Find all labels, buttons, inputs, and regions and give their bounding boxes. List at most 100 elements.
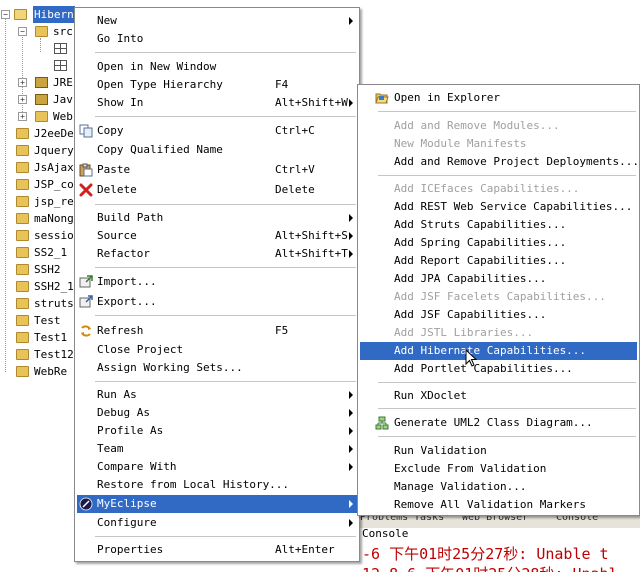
submenu-item-open-in-explorer[interactable]: Open in Explorer xyxy=(360,89,637,107)
shortcut-label: F4 xyxy=(275,78,289,91)
menu-item-restore-from-local-history[interactable]: Restore from Local History... xyxy=(77,476,357,494)
submenu-item-run-xdoclet[interactable]: Run XDoclet xyxy=(360,387,637,405)
folder-icon xyxy=(16,128,29,139)
folder-icon xyxy=(16,349,29,360)
menu-item-label: Add JPA Capabilities... xyxy=(394,272,547,285)
folder-icon xyxy=(16,366,29,377)
submenu-item-run-validation[interactable]: Run Validation xyxy=(360,442,637,460)
menu-item-label: New Module Manifests xyxy=(394,137,527,150)
menu-item-copy-qualified-name[interactable]: Copy Qualified Name xyxy=(77,141,357,159)
menu-item-debug-as[interactable]: Debug As xyxy=(77,404,357,422)
menu-separator xyxy=(95,204,356,205)
submenu-item-add-jpa[interactable]: Add JPA Capabilities... xyxy=(360,270,637,288)
menu-item-team[interactable]: Team xyxy=(77,440,357,458)
submenu-item-remove-validation-markers[interactable]: Remove All Validation Markers xyxy=(360,496,637,514)
menu-item-label: Run XDoclet xyxy=(394,389,467,402)
expand-icon[interactable]: + xyxy=(18,112,27,121)
tree-item-label: SS2_1 xyxy=(34,246,68,259)
menu-item-source[interactable]: Source Alt+Shift+S xyxy=(77,227,357,245)
folder-icon xyxy=(16,162,29,173)
menu-item-open-type-hierarchy[interactable]: Open Type Hierarchy F4 xyxy=(77,76,357,94)
menu-item-label: Delete xyxy=(97,183,137,196)
menu-item-assign-working-sets[interactable]: Assign Working Sets... xyxy=(77,359,357,377)
submenu-item-add-icefaces[interactable]: Add ICEfaces Capabilities... xyxy=(360,180,637,198)
menu-item-label: Import... xyxy=(97,275,157,288)
menu-item-refresh[interactable]: Refresh F5 xyxy=(77,322,357,340)
tree-item-label: struts xyxy=(34,297,74,310)
console-title: Console xyxy=(362,527,409,540)
menu-separator xyxy=(95,536,356,537)
menu-item-copy[interactable]: Copy Ctrl+C xyxy=(77,122,357,140)
menu-item-new[interactable]: New xyxy=(77,12,357,30)
menu-item-go-into[interactable]: Go Into xyxy=(77,30,357,48)
folder-icon xyxy=(16,213,29,224)
menu-item-profile-as[interactable]: Profile As xyxy=(77,422,357,440)
console-line: 12-8-6 下午01时25分28秒: Unabl xyxy=(362,563,618,572)
menu-item-label: Add Hibernate Capabilities... xyxy=(394,344,587,357)
submenu-arrow-icon xyxy=(349,427,353,435)
menu-separator xyxy=(378,111,636,112)
menu-item-run-as[interactable]: Run As xyxy=(77,386,357,404)
menu-item-close-project[interactable]: Close Project xyxy=(77,341,357,359)
menu-item-label: Add Spring Capabilities... xyxy=(394,236,567,249)
menu-item-properties[interactable]: Properties Alt+Enter xyxy=(77,541,357,559)
menu-item-open-in-new-window[interactable]: Open in New Window xyxy=(77,58,357,76)
submenu-arrow-icon xyxy=(349,214,353,222)
submenu-item-add-hibernate[interactable]: Add Hibernate Capabilities... xyxy=(360,342,637,360)
submenu-item-add-jsf-facelets[interactable]: Add JSF Facelets Capabilities... xyxy=(360,288,637,306)
menu-item-delete[interactable]: Delete Delete xyxy=(77,181,357,199)
tree-item-label: Hibern xyxy=(33,6,75,23)
submenu-item-add-struts[interactable]: Add Struts Capabilities... xyxy=(360,216,637,234)
menu-item-label: Open in New Window xyxy=(97,60,217,73)
uml-diagram-icon xyxy=(375,416,389,430)
menu-separator xyxy=(378,408,636,409)
tree-item-label: Test xyxy=(34,314,61,327)
submenu-item-add-portlet[interactable]: Add Portlet Capabilities... xyxy=(360,360,637,378)
submenu-arrow-icon xyxy=(349,391,353,399)
submenu-item-manage-validation[interactable]: Manage Validation... xyxy=(360,478,637,496)
collapse-icon[interactable]: − xyxy=(1,10,10,19)
collapse-icon[interactable]: − xyxy=(18,27,27,36)
tree-item-label: jsp_re xyxy=(34,195,74,208)
expand-icon[interactable]: + xyxy=(18,78,27,87)
submenu-item-add-jstl[interactable]: Add JSTL Libraries... xyxy=(360,324,637,342)
submenu-item-generate-uml2[interactable]: Generate UML2 Class Diagram... xyxy=(360,414,637,432)
submenu-item-add-remove-modules[interactable]: Add and Remove Modules... xyxy=(360,117,637,135)
project-folder-icon xyxy=(14,9,27,20)
mouse-cursor-icon xyxy=(465,349,478,367)
menu-item-label: Generate UML2 Class Diagram... xyxy=(394,416,593,429)
menu-item-import[interactable]: Import... xyxy=(77,273,357,291)
shortcut-label: Alt+Shift+T xyxy=(275,247,348,260)
submenu-item-add-spring[interactable]: Add Spring Capabilities... xyxy=(360,234,637,252)
submenu-item-exclude-from-validation[interactable]: Exclude From Validation xyxy=(360,460,637,478)
menu-item-export[interactable]: Export... xyxy=(77,293,357,311)
import-icon xyxy=(79,275,93,288)
shortcut-label: Alt+Enter xyxy=(275,543,335,556)
folder-icon xyxy=(16,264,29,275)
copy-icon xyxy=(79,124,93,138)
submenu-item-add-report[interactable]: Add Report Capabilities... xyxy=(360,252,637,270)
menu-item-build-path[interactable]: Build Path xyxy=(77,209,357,227)
menu-item-configure[interactable]: Configure xyxy=(77,514,357,532)
export-icon xyxy=(79,295,93,308)
menu-item-paste[interactable]: Paste Ctrl+V xyxy=(77,161,357,179)
submenu-item-add-remove-deployments[interactable]: Add and Remove Project Deployments... xyxy=(360,153,639,171)
menu-item-label: Team xyxy=(97,442,124,455)
submenu-item-add-rest-web-service[interactable]: Add REST Web Service Capabilities... xyxy=(360,198,637,216)
menu-separator xyxy=(95,315,356,316)
menu-item-show-in[interactable]: Show In Alt+Shift+W xyxy=(77,94,357,112)
menu-item-refactor[interactable]: Refactor Alt+Shift+T xyxy=(77,245,357,263)
expand-icon[interactable]: + xyxy=(18,95,27,104)
menu-item-label: Open in Explorer xyxy=(394,91,500,104)
shortcut-label: Alt+Shift+W xyxy=(275,96,348,109)
tree-item-label: Web xyxy=(53,110,73,123)
submenu-item-add-jsf[interactable]: Add JSF Capabilities... xyxy=(360,306,637,324)
menu-item-label: Profile As xyxy=(97,424,164,437)
submenu-item-new-module-manifests[interactable]: New Module Manifests xyxy=(360,135,637,153)
grid-icon xyxy=(54,60,67,71)
menu-item-compare-with[interactable]: Compare With xyxy=(77,458,357,476)
menu-item-label: Add Struts Capabilities... xyxy=(394,218,567,231)
menu-item-myeclipse[interactable]: MyEclipse xyxy=(77,495,357,513)
tree-item-label: Test1 xyxy=(34,331,68,344)
folder-icon xyxy=(35,111,48,122)
